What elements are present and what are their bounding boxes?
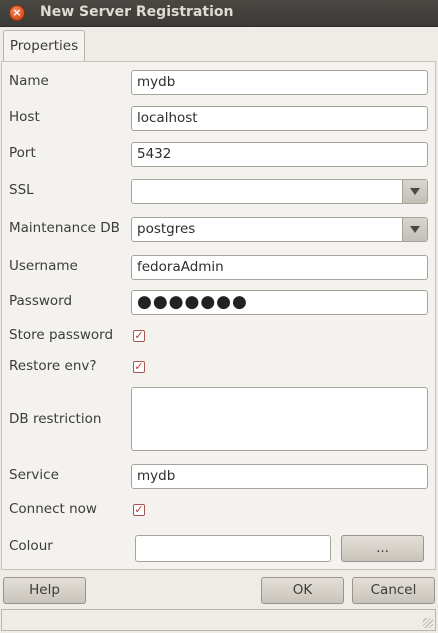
close-icon[interactable]: × (9, 5, 25, 21)
password-label: Password (9, 293, 73, 309)
status-bar (1, 609, 436, 631)
colour-label: Colour (9, 538, 53, 554)
maintenance-db-label: Maintenance DB (9, 220, 120, 236)
ok-button[interactable]: OK (261, 577, 344, 604)
tab-properties[interactable]: Properties (3, 30, 85, 62)
connect-now-checkbox[interactable]: ✓ (133, 504, 145, 516)
cancel-button[interactable]: Cancel (352, 577, 435, 604)
store-password-label: Store password (9, 327, 114, 343)
resize-grip-icon[interactable] (423, 618, 433, 628)
restore-env-checkbox[interactable]: ✓ (133, 361, 145, 373)
properties-panel (1, 61, 436, 570)
ssl-dropdown-arrow-icon[interactable] (402, 180, 427, 203)
service-input[interactable]: mydb (131, 464, 428, 489)
store-password-checkbox[interactable]: ✓ (133, 330, 145, 342)
service-label: Service (9, 467, 59, 483)
port-label: Port (9, 145, 36, 161)
maintenance-db-dropdown-arrow-icon[interactable] (402, 218, 427, 241)
name-label: Name (9, 73, 49, 89)
help-button[interactable]: Help (3, 577, 86, 604)
db-restriction-textarea[interactable] (131, 387, 428, 451)
colour-input[interactable] (135, 535, 331, 562)
restore-env-label: Restore env? (9, 358, 97, 374)
username-label: Username (9, 258, 78, 274)
ssl-select[interactable] (131, 179, 428, 204)
username-input[interactable]: fedoraAdmin (131, 255, 428, 280)
host-label: Host (9, 109, 40, 125)
ssl-label: SSL (9, 182, 34, 198)
host-input[interactable]: localhost (131, 106, 428, 131)
window-title: New Server Registration (40, 4, 234, 20)
title-bar: × New Server Registration (0, 0, 438, 27)
connect-now-label: Connect now (9, 501, 97, 517)
port-input[interactable]: 5432 (131, 142, 428, 167)
colour-picker-button[interactable]: ... (341, 535, 424, 562)
db-restriction-label: DB restriction (9, 411, 102, 427)
password-input[interactable]: ●●●●●●● (131, 290, 428, 315)
name-input[interactable]: mydb (131, 70, 428, 95)
maintenance-db-select[interactable]: postgres (131, 217, 428, 242)
password-mask: ●●●●●●● (137, 292, 248, 312)
maintenance-db-select-value: postgres (137, 221, 196, 237)
